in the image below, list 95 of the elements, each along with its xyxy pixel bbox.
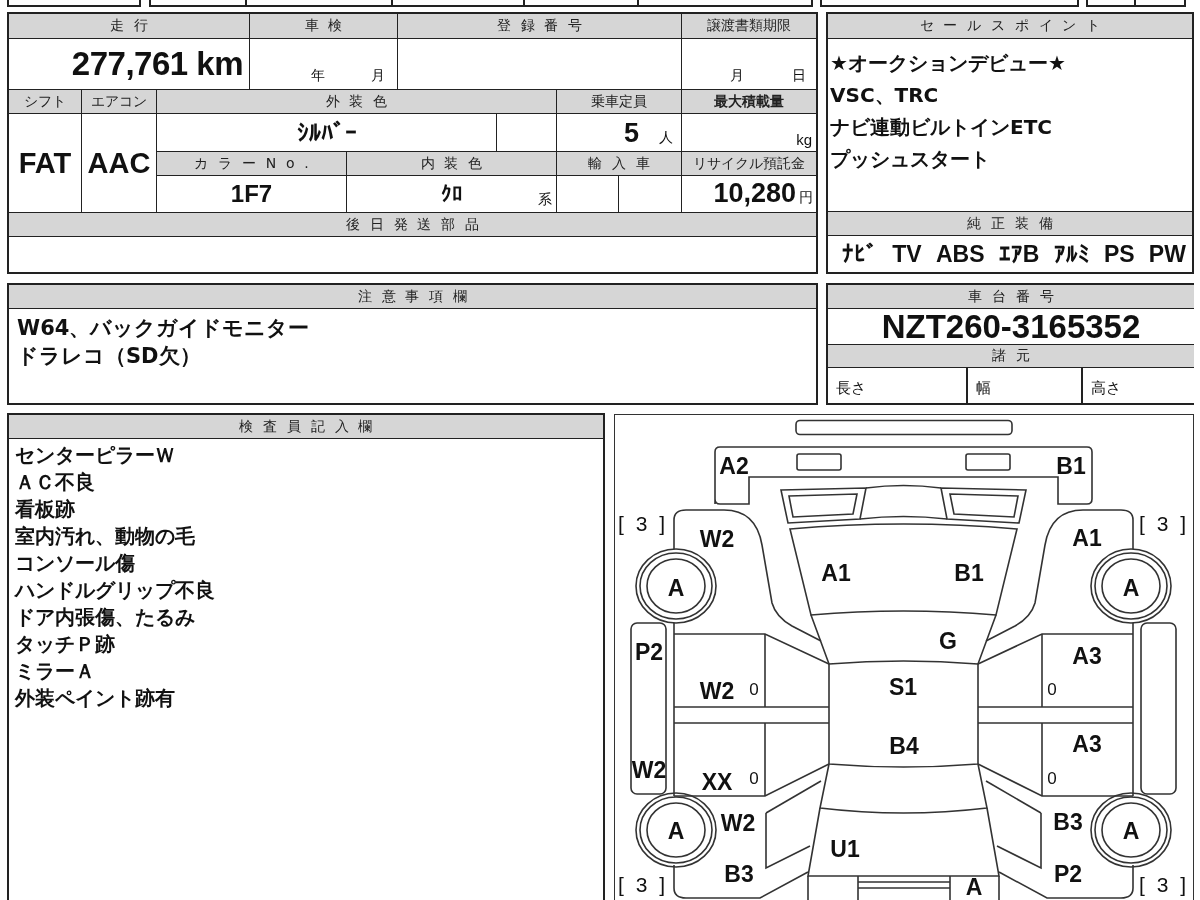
inspector-note: センターピラーＷ (15, 442, 175, 469)
table-header: 車検 (250, 14, 397, 38)
table-cell: 277,761 km (9, 39, 249, 89)
equipment-item: ABS (935, 240, 985, 268)
value-text: 5 (623, 118, 639, 149)
panel-header: 注意事項欄 (9, 285, 816, 308)
glass-mark: 0 (749, 679, 759, 699)
damage-code: A (667, 575, 685, 601)
damage-code: P2 (1053, 861, 1083, 887)
tread-depth: [ 3 ] (1139, 511, 1189, 535)
table-header: 輸入車 (557, 152, 681, 175)
table-cell: ｼﾙﾊﾞｰ (157, 114, 496, 151)
inspector-note: ドア内張傷、たるみ (15, 604, 195, 631)
damage-code: W2 (699, 526, 735, 552)
equipment-item: ﾅﾋﾞ (842, 240, 878, 268)
table-cell: 高さ (1083, 368, 1194, 403)
damage-code: G (939, 628, 957, 654)
damage-code: A3 (1072, 731, 1102, 757)
damage-code: A (1122, 818, 1140, 844)
damage-code: P2 (634, 639, 664, 665)
table-cell: 幅 (968, 368, 1081, 403)
table-header: 最大積載量 (682, 90, 816, 113)
table-header: 譲渡書類期限 (682, 14, 816, 38)
value-text: ｸﾛ (440, 182, 463, 206)
damage-code: W2 (699, 678, 735, 704)
equipment-item: ｱﾙﾐ (1053, 240, 1090, 268)
note-line: W64、バックガイドモニター (17, 315, 310, 342)
table-header: 登録番号 (398, 14, 681, 38)
damage-code: U1 (830, 836, 860, 862)
unit-label: 年 (311, 67, 325, 85)
damage-code: B1 (954, 560, 984, 586)
inspector-note: 外装ペイント跡有 (15, 685, 175, 712)
damage-code: A2 (719, 453, 749, 479)
value-text: 10,280 (713, 178, 796, 209)
sales-point: プッシュスタート (830, 146, 990, 173)
table-header: リサイクル預託金 (682, 152, 816, 175)
glass-mark: 0 (1047, 768, 1057, 788)
table-header: 後日発送部品 (9, 213, 816, 236)
note-line: ドラレコ（SD欠） (17, 343, 201, 370)
inspector-note: ハンドルグリップ不良 (15, 577, 215, 604)
inspector-note: ミラーＡ (15, 658, 95, 685)
table-header: 外装色 (157, 90, 556, 113)
tread-depth: [ 3 ] (1139, 872, 1189, 896)
unit-label: 日 (792, 67, 806, 85)
panel-header: セールスポイント (828, 14, 1192, 38)
sales-point: VSC、TRC (830, 82, 939, 109)
table-cell: FAT (9, 114, 81, 212)
table-cell: kg (682, 114, 816, 151)
table-cell: AAC (82, 114, 156, 212)
inspector-note: タッチＰ跡 (15, 631, 115, 658)
damage-code: B3 (724, 861, 754, 887)
damage-code: B4 (889, 733, 919, 759)
damage-code: A1 (821, 560, 851, 586)
damage-code: B3 (1053, 809, 1083, 835)
inspector-note: 室内汚れ、動物の毛 (15, 523, 195, 550)
table-header: 走行 (9, 14, 249, 38)
equipment-item: ｴｱB (998, 240, 1040, 268)
unit-label: 月 (730, 67, 744, 85)
unit-label: 月 (371, 67, 385, 85)
damage-code: XX (701, 769, 733, 795)
unit-label: 人 (659, 129, 673, 147)
panel-header: 検査員記入欄 (9, 415, 603, 438)
damage-code: S1 (888, 674, 918, 700)
tread-depth: [ 3 ] (618, 511, 668, 535)
table-header: エアコン (82, 90, 156, 113)
equipment-item: PW (1148, 240, 1186, 268)
unit-label: 円 (799, 189, 813, 207)
inspector-note: ＡＣ不良 (15, 469, 95, 496)
damage-code: A3 (1072, 643, 1102, 669)
table-cell: 長さ (828, 368, 966, 403)
table-header: 内装色 (347, 152, 556, 175)
inspector-note: 看板跡 (15, 496, 75, 523)
glass-mark: 0 (1047, 679, 1057, 699)
chassis-number: NZT260-3165352 (828, 309, 1194, 344)
panel-header: 車台番号 (828, 285, 1194, 308)
damage-code: A (965, 874, 983, 900)
tread-depth: [ 3 ] (618, 872, 668, 896)
damage-code: B1 (1056, 453, 1086, 479)
panel-header: 純正装備 (828, 212, 1192, 235)
inspector-note: コンソール傷 (15, 550, 135, 577)
equipment-item: PS (1103, 240, 1135, 268)
glass-mark: 0 (749, 768, 759, 788)
damage-code: A (667, 818, 685, 844)
damage-code: A (1122, 575, 1140, 601)
table-header: 乗車定員 (557, 90, 681, 113)
unit-label: 系 (538, 191, 553, 209)
table-header: カラーNo. (157, 152, 346, 175)
panel-header: 諸元 (828, 345, 1194, 367)
damage-code: W2 (720, 810, 756, 836)
damage-code: A1 (1072, 525, 1102, 551)
sales-point: ナビ連動ビルトインETC (830, 114, 1052, 141)
sales-point: ★オークションデビュー★ (830, 50, 1066, 77)
table-header: シフト (9, 90, 81, 113)
table-cell: 1F7 (157, 176, 346, 212)
equipment-item: TV (892, 240, 922, 268)
